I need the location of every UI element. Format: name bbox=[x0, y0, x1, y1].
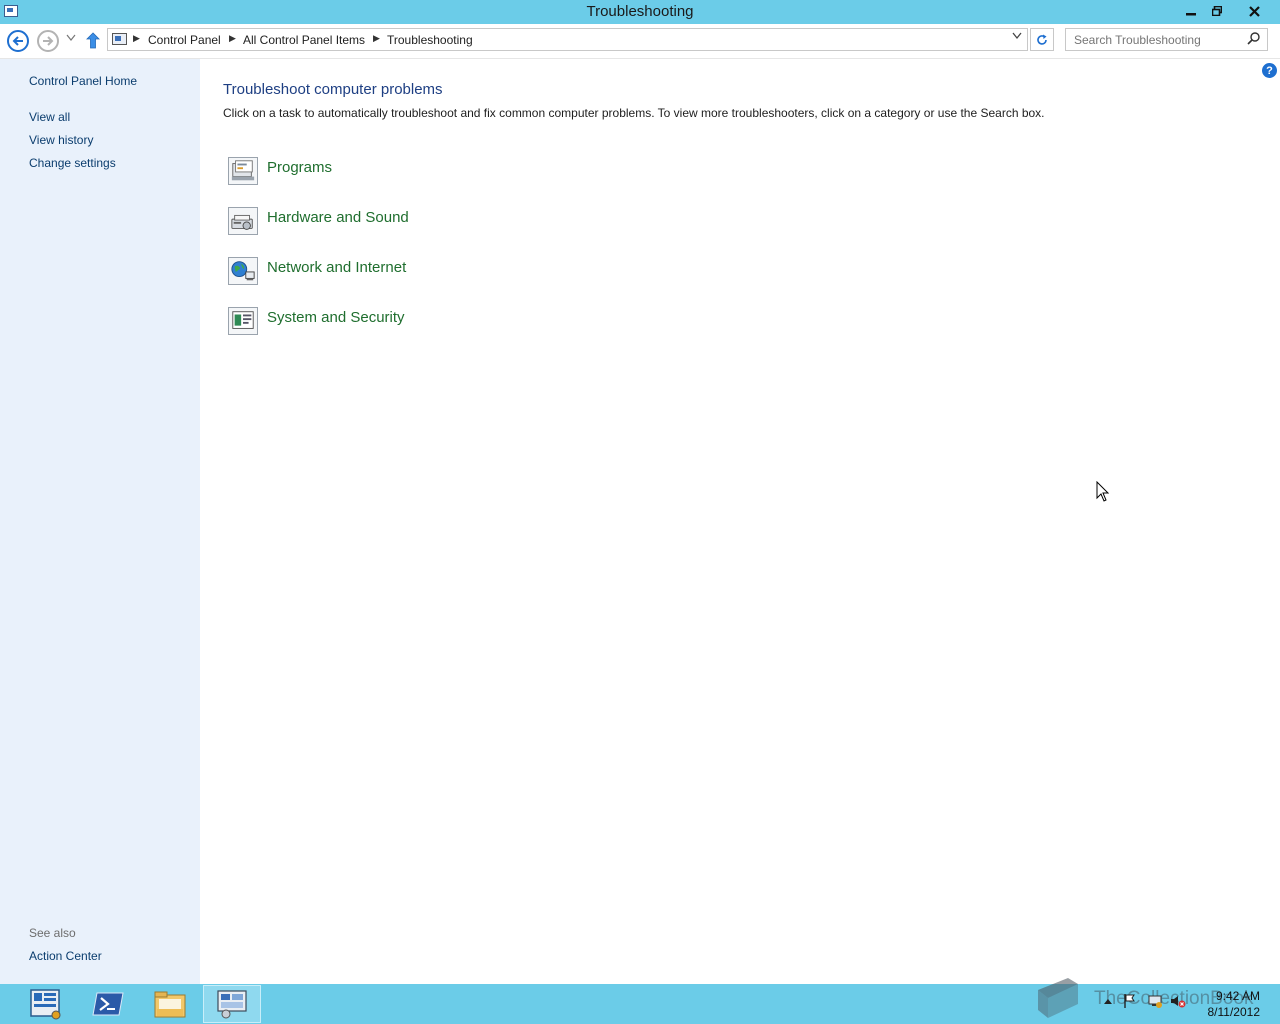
minimize-button[interactable] bbox=[1178, 0, 1204, 22]
minimize-icon bbox=[1186, 13, 1196, 16]
chevron-down-icon bbox=[66, 34, 76, 41]
taskbar-server-manager[interactable] bbox=[17, 985, 75, 1023]
search-box[interactable] bbox=[1065, 28, 1268, 51]
breadcrumb-troubleshooting[interactable]: Troubleshooting bbox=[387, 33, 473, 47]
search-input[interactable] bbox=[1072, 32, 1246, 48]
category-programs-link[interactable]: Programs bbox=[267, 159, 332, 176]
category-system-and-security-link[interactable]: System and Security bbox=[267, 309, 405, 326]
taskbar: TheCollectionBook 9:42 AM 8/11/2012 bbox=[0, 978, 1280, 1024]
network-tray[interactable] bbox=[1148, 994, 1162, 1011]
see-also-label: See also bbox=[29, 926, 76, 940]
programs-icon bbox=[228, 157, 258, 185]
category-hardware-and-sound-link[interactable]: Hardware and Sound bbox=[267, 209, 409, 226]
clock-date: 8/11/2012 bbox=[1207, 1005, 1261, 1019]
refresh-button[interactable] bbox=[1030, 28, 1054, 51]
close-button[interactable] bbox=[1230, 0, 1278, 22]
taskbar-powershell[interactable] bbox=[79, 985, 137, 1023]
breadcrumb-separator[interactable]: ▶ bbox=[229, 33, 236, 44]
sidebar-item-view-all[interactable]: View all bbox=[29, 110, 70, 124]
page-title: Troubleshoot computer problems bbox=[223, 81, 443, 98]
title-bar[interactable]: Troubleshooting bbox=[0, 0, 1280, 24]
back-button[interactable] bbox=[7, 30, 29, 52]
page-description: Click on a task to automatically trouble… bbox=[223, 106, 1045, 120]
breadcrumb-separator[interactable]: ▶ bbox=[133, 33, 140, 44]
taskbar-file-explorer[interactable] bbox=[141, 985, 199, 1023]
search-icon[interactable] bbox=[1246, 31, 1262, 47]
close-icon bbox=[1248, 5, 1260, 17]
chevron-down-icon bbox=[1012, 32, 1022, 40]
back-arrow-icon bbox=[12, 36, 23, 46]
network-internet-icon bbox=[228, 257, 258, 285]
powershell-icon bbox=[92, 992, 124, 1016]
address-dropdown-button[interactable] bbox=[1012, 32, 1022, 43]
up-arrow-icon bbox=[86, 32, 100, 49]
address-bar[interactable]: ▶ Control Panel ▶ All Control Panel Item… bbox=[107, 28, 1028, 51]
taskbar-control-panel[interactable] bbox=[203, 985, 261, 1023]
up-button[interactable] bbox=[86, 32, 100, 54]
restore-icon bbox=[1212, 6, 1222, 16]
show-hidden-icons-button[interactable] bbox=[1104, 994, 1112, 1009]
window-title: Troubleshooting bbox=[586, 3, 694, 20]
forward-arrow-icon bbox=[43, 36, 54, 46]
sidebar-item-view-history[interactable]: View history bbox=[29, 133, 93, 147]
sidebar: Control Panel Home View all View history… bbox=[0, 59, 200, 984]
restore-button[interactable] bbox=[1204, 0, 1230, 22]
system-security-icon bbox=[228, 307, 258, 335]
hardware-sound-icon bbox=[228, 207, 258, 235]
speaker-muted-icon bbox=[1171, 996, 1186, 1008]
flag-icon bbox=[1124, 994, 1135, 1008]
book-watermark-icon bbox=[1038, 978, 1078, 1018]
network-icon bbox=[1148, 995, 1162, 1008]
sidebar-item-action-center[interactable]: Action Center bbox=[29, 949, 102, 963]
volume-tray[interactable] bbox=[1170, 994, 1186, 1011]
file-explorer-icon bbox=[154, 991, 186, 1018]
control-panel-icon bbox=[112, 33, 127, 45]
category-network-and-internet-link[interactable]: Network and Internet bbox=[267, 259, 406, 276]
sidebar-control-panel-home[interactable]: Control Panel Home bbox=[29, 74, 137, 88]
help-icon[interactable]: ? bbox=[1262, 63, 1277, 78]
refresh-icon bbox=[1037, 34, 1047, 45]
navigation-bar: ▶ Control Panel ▶ All Control Panel Item… bbox=[0, 24, 1280, 59]
forward-button[interactable] bbox=[37, 30, 59, 52]
chevron-up-icon bbox=[1104, 999, 1112, 1004]
breadcrumb-all-control-panel-items[interactable]: All Control Panel Items bbox=[243, 33, 365, 47]
server-manager-icon bbox=[30, 989, 61, 1020]
recent-locations-button[interactable] bbox=[66, 34, 76, 44]
action-center-tray[interactable] bbox=[1124, 994, 1136, 1011]
breadcrumb-control-panel[interactable]: Control Panel bbox=[148, 33, 221, 47]
system-clock[interactable]: 9:42 AM 8/11/2012 bbox=[1196, 988, 1261, 1020]
mouse-cursor-icon bbox=[1096, 481, 1110, 502]
control-panel-icon bbox=[217, 990, 247, 1019]
breadcrumb-separator[interactable]: ▶ bbox=[373, 33, 380, 44]
clock-time: 9:42 AM bbox=[1215, 989, 1260, 1003]
sidebar-item-change-settings[interactable]: Change settings bbox=[29, 156, 116, 170]
